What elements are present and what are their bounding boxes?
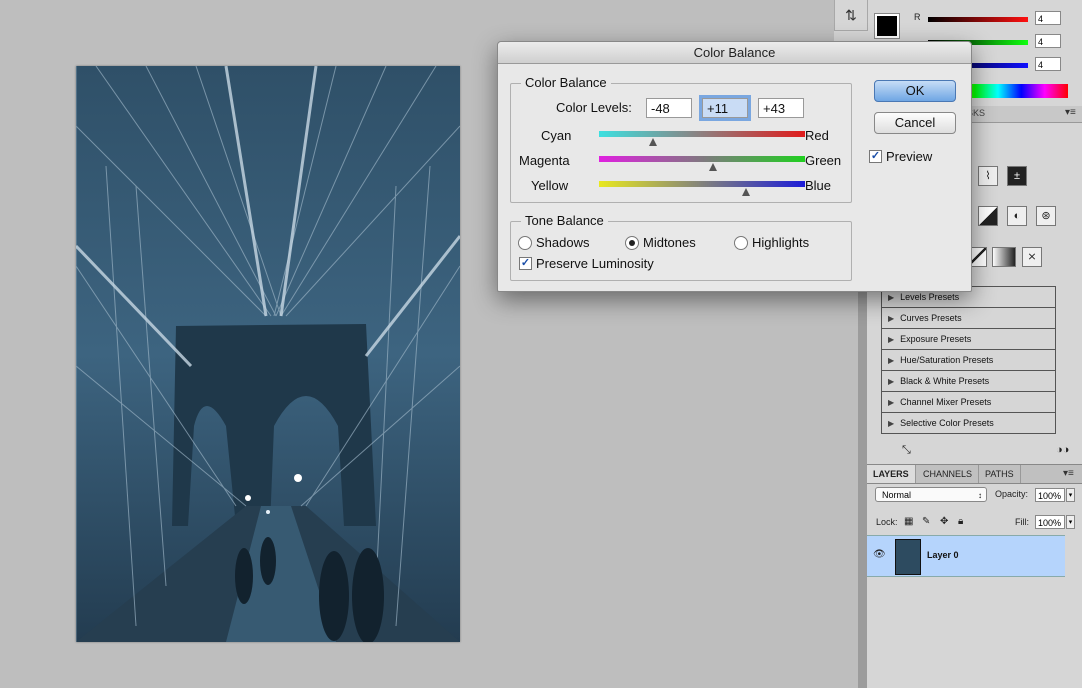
lock-transparent-icon[interactable]: ▦: [904, 516, 913, 527]
layers-panel-menu-icon[interactable]: ▾≡: [1063, 468, 1074, 479]
magenta-label: Magenta: [519, 153, 570, 168]
layer-row[interactable]: 👁︎ Layer 0: [867, 535, 1065, 577]
magenta-green-slider-thumb[interactable]: [709, 163, 718, 171]
preset-label: Levels Presets: [900, 292, 960, 302]
blend-mode-select[interactable]: Normal: [875, 487, 987, 503]
channel-g-value[interactable]: 4: [1035, 34, 1061, 48]
layer-thumbnail: [895, 539, 921, 575]
preset-label: Black & White Presets: [900, 376, 990, 386]
ok-button[interactable]: OK: [874, 80, 956, 102]
selective-color-icon[interactable]: ⨯: [1022, 247, 1042, 267]
expand-triangle-icon[interactable]: ▶: [888, 356, 894, 365]
expand-triangle-icon[interactable]: ▶: [888, 419, 894, 428]
panel-menu-icon[interactable]: ▾≡: [1065, 107, 1076, 118]
gradient-map-icon[interactable]: [992, 247, 1016, 267]
fill-label: Fill:: [1015, 517, 1029, 527]
tab-channels[interactable]: CHANNELS: [917, 465, 980, 483]
layer-name[interactable]: Layer 0: [927, 550, 959, 560]
red-label: Red: [805, 128, 829, 143]
preview-label: Preview: [886, 149, 933, 164]
expand-triangle-icon[interactable]: ▶: [888, 377, 894, 386]
channel-r-slider[interactable]: [928, 17, 1028, 22]
lock-brush-icon[interactable]: ✎: [922, 516, 930, 527]
yellow-blue-slider[interactable]: [599, 181, 805, 187]
preset-item[interactable]: ▶ Exposure Presets: [882, 329, 1055, 350]
cyan-red-level-field[interactable]: -48: [646, 98, 692, 118]
cancel-button[interactable]: Cancel: [874, 112, 956, 134]
channel-r-value[interactable]: 4: [1035, 11, 1061, 25]
expand-triangle-icon[interactable]: ▶: [888, 314, 894, 323]
dialog-title[interactable]: Color Balance: [498, 42, 971, 64]
curves-adjustment-icon[interactable]: ⌇: [978, 166, 998, 186]
preserve-luminosity-checkbox[interactable]: ✓: [519, 257, 532, 270]
bridge-photo: [76, 66, 460, 642]
preview-checkbox[interactable]: ✓: [869, 150, 882, 163]
channel-r-label: R: [914, 12, 921, 22]
tab-layers[interactable]: LAYERS: [867, 465, 916, 483]
lock-label: Lock:: [876, 517, 898, 527]
exposure-adjustment-icon[interactable]: ±: [1007, 166, 1027, 186]
magenta-green-slider[interactable]: [599, 156, 805, 162]
layers-panel-tabs: LAYERS CHANNELS PATHS ▾≡: [867, 464, 1082, 484]
expand-triangle-icon[interactable]: ▶: [888, 293, 894, 302]
midtones-radio[interactable]: [625, 236, 639, 250]
tab-paths[interactable]: PATHS: [979, 465, 1021, 483]
lock-all-icon[interactable]: 🔒︎: [958, 516, 963, 527]
visibility-eye-icon[interactable]: 👁︎: [873, 549, 886, 560]
swap-colors-icon[interactable]: ⇅: [834, 0, 868, 31]
opacity-field[interactable]: 100%: [1035, 488, 1065, 502]
highlights-radio[interactable]: [734, 236, 748, 250]
tone-balance-group: Tone Balance Shadows Midtones Highlights…: [510, 213, 852, 281]
preset-item[interactable]: ▶ Selective Color Presets: [882, 413, 1055, 433]
preset-item[interactable]: ▶ Black & White Presets: [882, 371, 1055, 392]
yellow-blue-level-field[interactable]: +43: [758, 98, 804, 118]
preset-label: Exposure Presets: [900, 334, 972, 344]
opacity-label: Opacity:: [995, 489, 1029, 499]
color-balance-group-title: Color Balance: [521, 75, 611, 90]
foreground-color-swatch[interactable]: [874, 13, 900, 39]
magenta-green-level-field[interactable]: +11: [702, 98, 748, 118]
preset-label: Curves Presets: [900, 313, 962, 323]
lock-position-icon[interactable]: ✥: [940, 516, 948, 527]
photo-filter-icon[interactable]: ◐: [1007, 206, 1027, 226]
midtones-label: Midtones: [643, 235, 696, 250]
channel-mixer-icon[interactable]: ⊛: [1036, 206, 1056, 226]
clip-to-layer-icon[interactable]: ◑◑: [1056, 444, 1069, 456]
preserve-luminosity-label: Preserve Luminosity: [536, 256, 654, 271]
opacity-dropdown-arrow[interactable]: ▾: [1066, 488, 1075, 502]
cyan-red-slider[interactable]: [599, 131, 805, 137]
preset-label: Selective Color Presets: [900, 418, 994, 428]
shadows-label: Shadows: [536, 235, 590, 250]
green-label: Green: [805, 153, 842, 168]
expand-triangle-icon[interactable]: ▶: [888, 335, 894, 344]
preset-item[interactable]: ▶ Hue/Saturation Presets: [882, 350, 1055, 371]
expand-triangle-icon[interactable]: ▶: [888, 398, 894, 407]
preset-label: Channel Mixer Presets: [900, 397, 992, 407]
fill-dropdown-arrow[interactable]: ▾: [1066, 515, 1075, 529]
adjustment-presets-list: ▶ Levels Presets ▶ Curves Presets ▶ Exposur…: [881, 286, 1056, 434]
preset-item[interactable]: ▶ Curves Presets: [882, 308, 1055, 329]
cyan-red-slider-thumb[interactable]: [648, 138, 657, 146]
shadows-radio[interactable]: [518, 236, 532, 250]
yellow-blue-slider-thumb[interactable]: [742, 188, 751, 196]
document-canvas-image: [76, 66, 460, 642]
color-balance-group: Color Balance Color Levels: -48 +11 +43 …: [510, 75, 852, 203]
preset-item[interactable]: ▶ Channel Mixer Presets: [882, 392, 1055, 413]
blue-label: Blue: [805, 178, 832, 193]
highlights-label: Highlights: [752, 235, 810, 250]
cyan-label: Cyan: [541, 128, 572, 143]
return-to-list-icon[interactable]: ⤡: [902, 444, 911, 457]
invert-adjustment-icon[interactable]: [978, 206, 998, 226]
color-balance-dialog: Color Balance Color Balance Color Levels…: [497, 41, 972, 292]
tone-balance-group-title: Tone Balance: [521, 213, 608, 228]
preset-label: Hue/Saturation Presets: [900, 355, 994, 365]
fill-field[interactable]: 100%: [1035, 515, 1065, 529]
yellow-label: Yellow: [531, 178, 569, 193]
channel-b-value[interactable]: 4: [1035, 57, 1061, 71]
color-levels-label: Color Levels:: [556, 100, 632, 115]
